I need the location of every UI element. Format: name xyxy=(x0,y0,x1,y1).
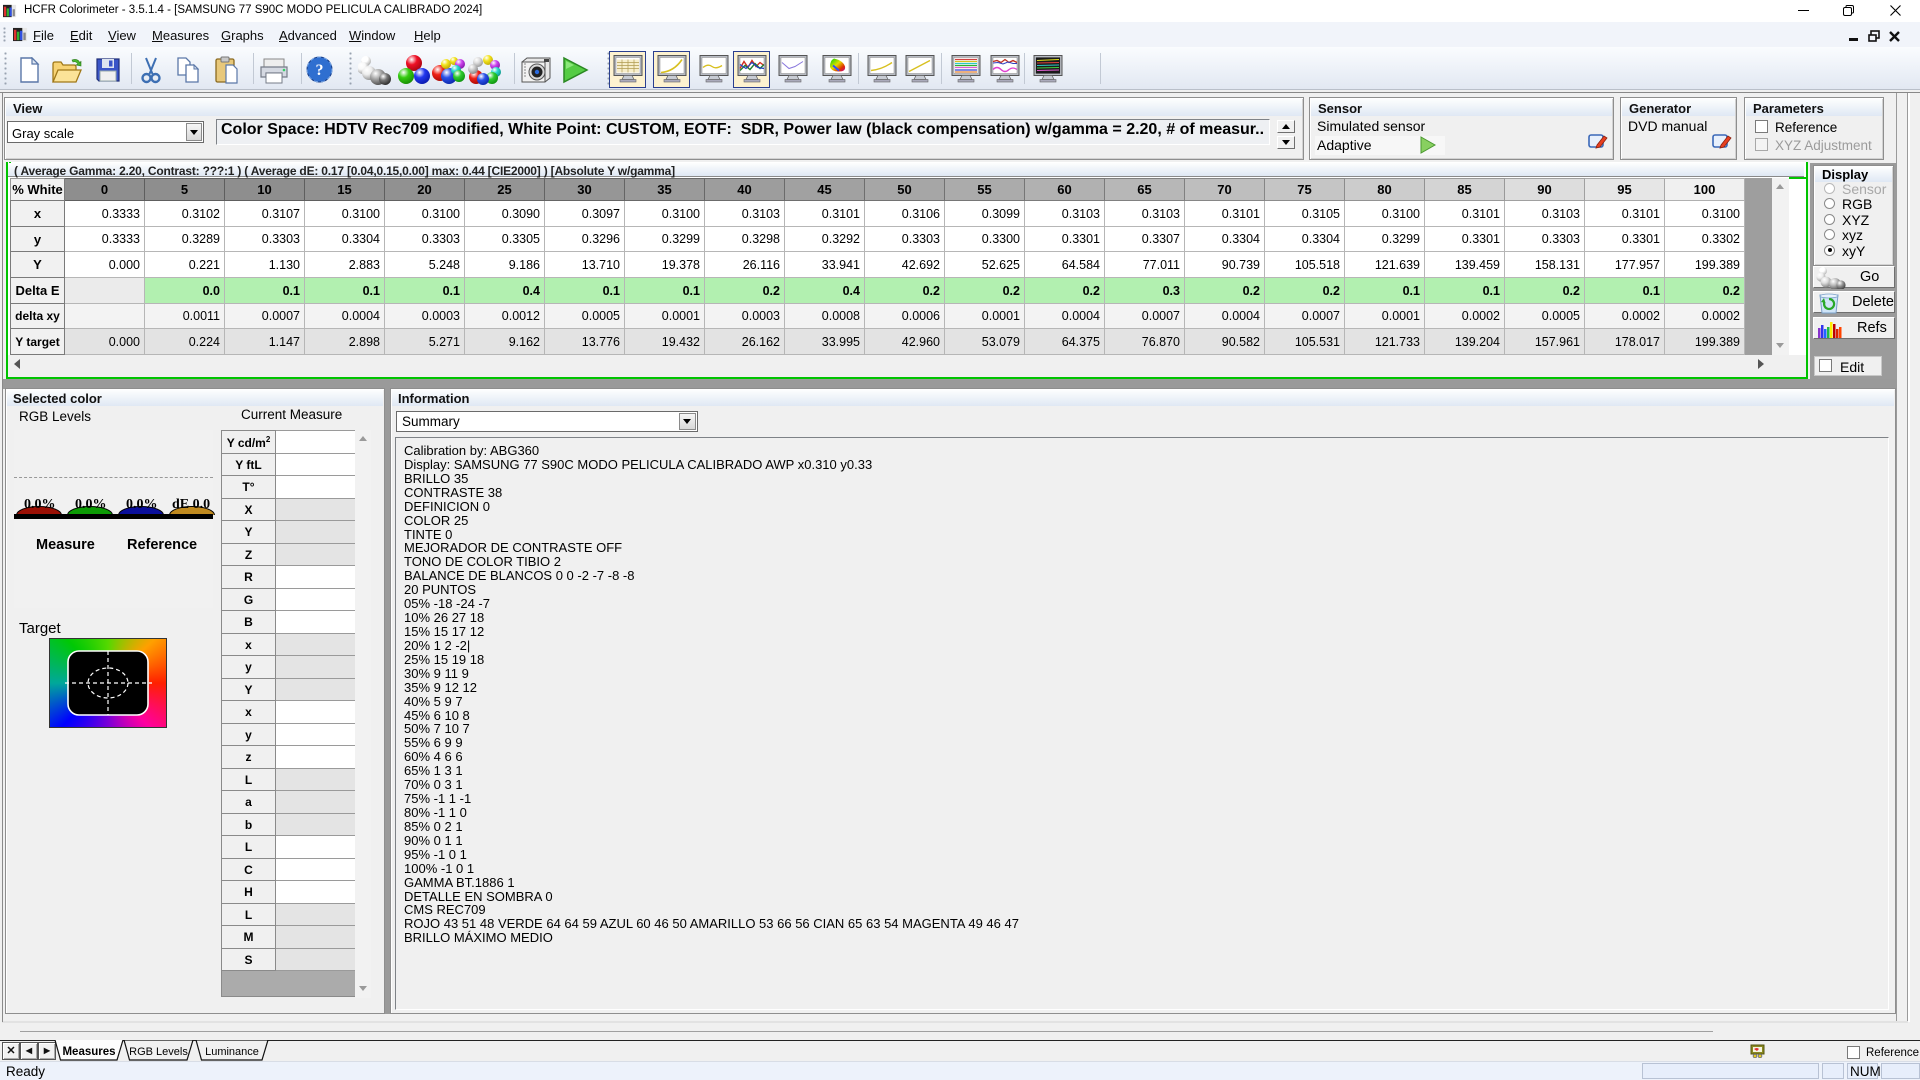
svg-text:?: ? xyxy=(316,62,324,79)
